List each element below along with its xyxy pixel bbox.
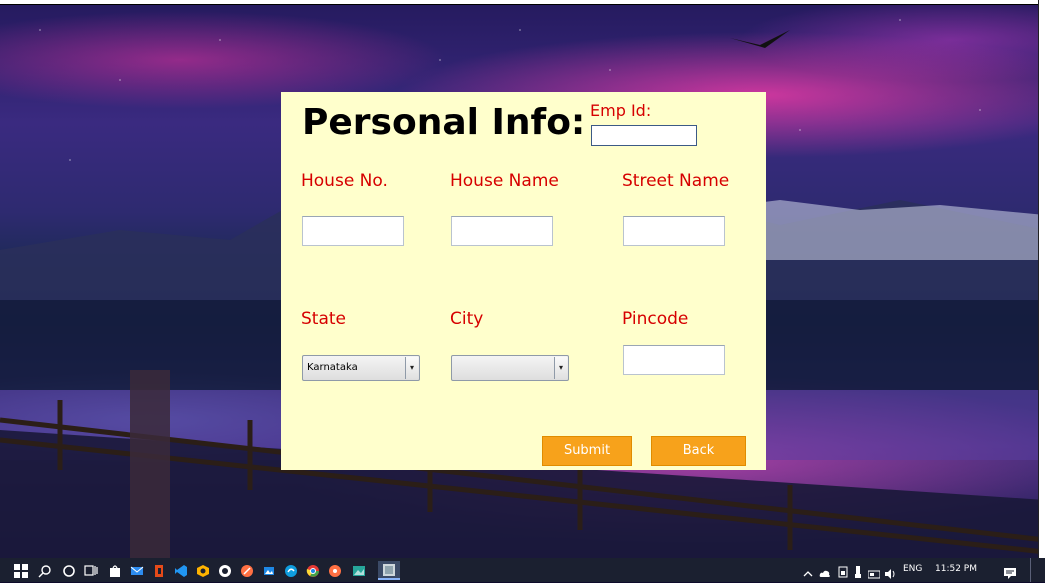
notifications-icon[interactable] <box>1004 564 1016 579</box>
window-top-edge <box>0 0 1045 5</box>
start-icon[interactable] <box>14 563 28 578</box>
office-icon[interactable] <box>152 563 166 577</box>
state-label: State <box>301 309 346 329</box>
street-name-label: Street Name <box>622 171 730 191</box>
edge-icon[interactable] <box>284 563 298 577</box>
task-view-icon[interactable] <box>84 563 98 577</box>
pincode-input[interactable] <box>623 345 725 375</box>
java-app-icon[interactable] <box>378 561 400 580</box>
city-label: City <box>450 309 484 329</box>
store-icon[interactable] <box>108 563 122 577</box>
volume-icon[interactable] <box>885 564 897 579</box>
app2-icon[interactable] <box>240 563 254 577</box>
house-name-input[interactable] <box>451 216 553 246</box>
house-name-label: House Name <box>450 171 559 191</box>
city-dropdown[interactable]: ▾ <box>451 355 569 381</box>
state-dropdown[interactable]: Karnataka ▾ <box>302 355 420 381</box>
battery-saver-icon[interactable] <box>837 563 849 578</box>
pincode-label: Pincode <box>622 309 689 329</box>
language-indicator[interactable]: ENG <box>903 564 922 574</box>
house-no-input[interactable] <box>302 216 404 246</box>
github-icon[interactable] <box>218 563 232 577</box>
vscode-icon[interactable] <box>174 563 188 577</box>
image-viewer-icon[interactable] <box>352 563 366 577</box>
chevron-up-icon[interactable] <box>803 564 813 577</box>
onedrive-icon[interactable] <box>819 564 831 577</box>
state-selected-value: Karnataka <box>307 362 358 373</box>
back-button[interactable]: Back <box>651 436 746 466</box>
personal-info-form: Personal Info: Emp Id: House No. House N… <box>281 92 766 470</box>
cortana-icon[interactable] <box>62 563 76 577</box>
search-icon[interactable] <box>38 563 52 578</box>
windows-taskbar: ENG 11:52 PM <box>0 558 1045 582</box>
chevron-down-icon[interactable]: ▾ <box>405 357 418 379</box>
emp-id-input[interactable] <box>591 125 697 146</box>
street-name-input[interactable] <box>623 216 725 246</box>
network-icon[interactable] <box>867 564 881 579</box>
house-no-label: House No. <box>301 171 388 191</box>
chevron-down-icon[interactable]: ▾ <box>554 357 567 379</box>
show-desktop-divider[interactable] <box>1030 558 1031 582</box>
photos-icon[interactable] <box>262 563 276 577</box>
app-icon[interactable] <box>196 563 210 577</box>
form-title: Personal Info: <box>302 102 586 143</box>
clock[interactable]: 11:52 PM <box>935 564 977 574</box>
app3-icon[interactable] <box>328 563 342 577</box>
chrome-icon[interactable] <box>306 563 320 577</box>
usb-icon[interactable] <box>853 563 863 578</box>
mail-icon[interactable] <box>130 563 144 577</box>
emp-id-label: Emp Id: <box>590 101 652 120</box>
window-right-edge <box>1038 0 1045 558</box>
submit-button[interactable]: Submit <box>542 436 632 466</box>
